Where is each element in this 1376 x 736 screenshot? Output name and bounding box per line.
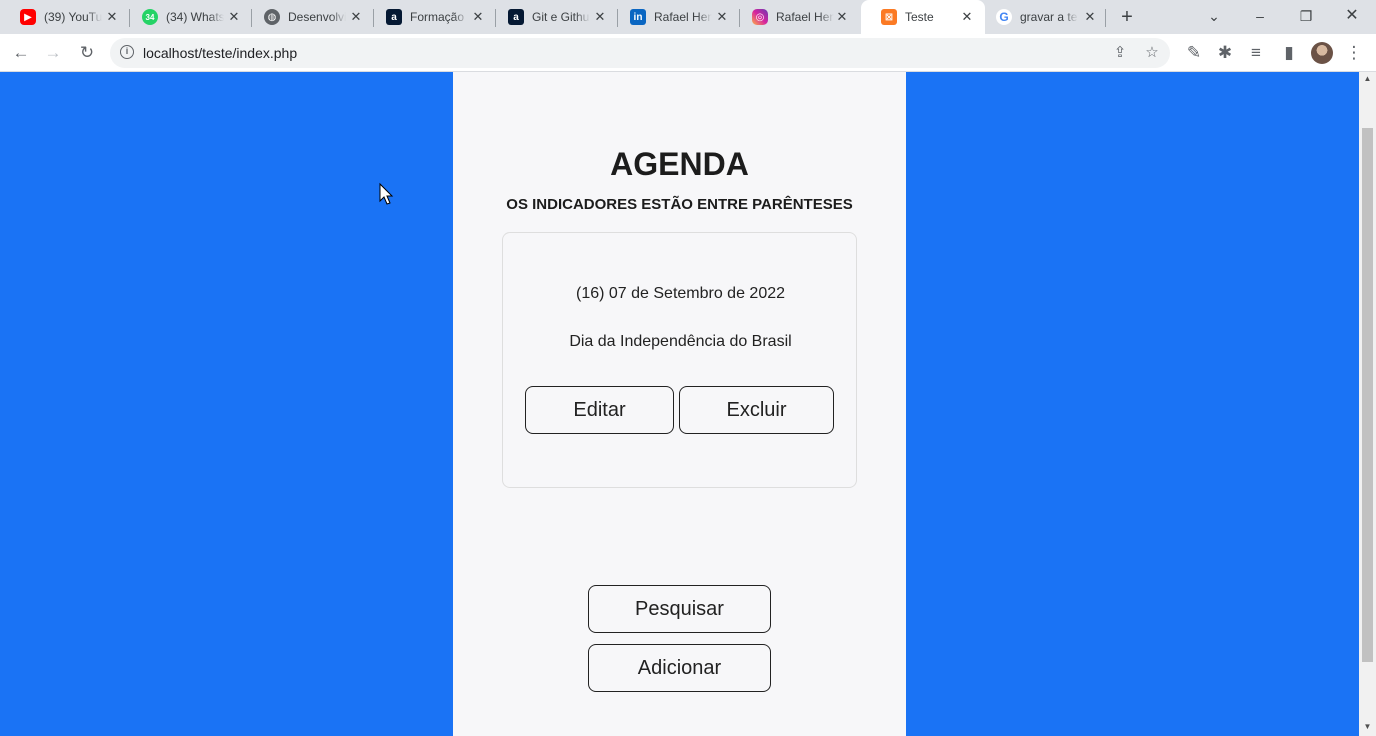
tab-search-icon[interactable]: ⌄ [1200, 4, 1228, 28]
menu-kebab-icon[interactable]: ⋮ [1343, 42, 1365, 64]
tab-teste[interactable]: ⊠ Teste ✕ [861, 0, 985, 34]
close-icon[interactable]: ✕ [470, 9, 486, 25]
close-icon[interactable]: ✕ [592, 9, 608, 25]
whatsapp-icon: 34 [142, 9, 158, 25]
close-icon[interactable]: ✕ [834, 9, 850, 25]
linkedin-icon: in [630, 9, 646, 25]
tab-separator [1105, 9, 1106, 27]
delete-button[interactable]: Excluir [679, 386, 834, 434]
eyedropper-icon[interactable]: ✎ [1183, 42, 1205, 64]
browser-toolbar: ← → ↻ i localhost/teste/index.php ⇪ ☆ ✎ … [0, 34, 1376, 72]
agenda-card: AGENDA OS INDICADORES ESTÃO ENTRE PARÊNT… [453, 72, 906, 736]
reload-icon[interactable]: ↻ [76, 42, 98, 64]
vertical-scrollbar[interactable]: ▲ ▼ [1359, 72, 1376, 736]
entry-description: Dia da Independência do Brasil [569, 333, 792, 350]
add-button[interactable]: Adicionar [588, 644, 771, 692]
page-title: AGENDA [610, 146, 749, 182]
tab-title: Git e Github [532, 10, 590, 24]
tab-formacao[interactable]: a Formação ✕ [366, 0, 496, 34]
address-bar[interactable]: i localhost/teste/index.php ⇪ ☆ [110, 38, 1170, 68]
close-icon[interactable]: ✕ [226, 9, 242, 25]
tab-title: (39) YouTube [44, 10, 102, 24]
restore-icon[interactable]: ❐ [1292, 4, 1320, 28]
tab-title: Rafael Henrique [654, 10, 712, 24]
search-button[interactable]: Pesquisar [588, 585, 771, 633]
tab-linkedin[interactable]: in Rafael Henrique ✕ [610, 0, 740, 34]
tab-youtube[interactable]: ▶ (39) YouTube ✕ [0, 0, 130, 34]
tab-google[interactable]: G gravar a tela ✕ [986, 0, 1106, 34]
globe-icon: ◍ [264, 9, 280, 25]
media-control-icon[interactable]: ≡ [1245, 42, 1267, 64]
page-viewport: AGENDA OS INDICADORES ESTÃO ENTRE PARÊNT… [0, 72, 1359, 736]
scroll-down-icon[interactable]: ▼ [1363, 722, 1372, 731]
close-icon[interactable]: ✕ [714, 9, 730, 25]
tab-whatsapp[interactable]: 34 (34) WhatsApp ✕ [122, 0, 252, 34]
tab-title: Formação [410, 10, 465, 24]
extensions-icon[interactable]: ✱ [1214, 42, 1236, 64]
page-subtitle: OS INDICADORES ESTÃO ENTRE PARÊNTESES [506, 196, 853, 213]
tab-title: gravar a tela [1020, 10, 1078, 24]
bookmark-star-icon[interactable]: ☆ [1142, 43, 1162, 63]
close-icon[interactable]: ✕ [348, 9, 364, 25]
instagram-icon: ◎ [752, 9, 768, 25]
tab-title: (34) WhatsApp [166, 10, 224, 24]
google-icon: G [996, 9, 1012, 25]
scrollbar-thumb[interactable] [1362, 128, 1373, 662]
scroll-up-icon[interactable]: ▲ [1363, 74, 1372, 83]
new-tab-button[interactable]: + [1116, 6, 1138, 28]
mouse-cursor-icon [379, 182, 394, 205]
minimize-icon[interactable]: – [1246, 4, 1274, 28]
close-icon[interactable]: ✕ [959, 9, 975, 25]
tab-title: Rafael Henrique [776, 10, 834, 24]
tab-git-github[interactable]: a Git e Github ✕ [488, 0, 618, 34]
alura-icon: a [508, 9, 524, 25]
xampp-icon: ⊠ [881, 9, 897, 25]
profile-avatar[interactable] [1311, 42, 1333, 64]
window-close-icon[interactable]: ✕ [1338, 4, 1366, 28]
tab-title: Teste [905, 10, 934, 24]
side-panel-icon[interactable]: ▮ [1278, 42, 1300, 64]
alura-icon: a [386, 9, 402, 25]
youtube-icon: ▶ [20, 9, 36, 25]
forward-icon[interactable]: → [42, 42, 64, 64]
tab-instagram[interactable]: ◎ Rafael Henrique ✕ [732, 0, 860, 34]
tab-title: Desenvolvimento [288, 10, 346, 24]
back-icon[interactable]: ← [10, 42, 32, 64]
tab-desenvolvimento[interactable]: ◍ Desenvolvimento ✕ [244, 0, 374, 34]
agenda-entry: (16) 07 de Setembro de 2022 Dia da Indep… [502, 232, 857, 488]
close-icon[interactable]: ✕ [104, 9, 120, 25]
tab-strip: ▶ (39) YouTube ✕ 34 (34) WhatsApp ✕ ◍ De… [0, 0, 1376, 34]
site-info-icon[interactable]: i [120, 45, 134, 59]
address-url[interactable]: localhost/teste/index.php [143, 45, 297, 61]
entry-date: (16) 07 de Setembro de 2022 [575, 285, 786, 302]
share-icon[interactable]: ⇪ [1110, 43, 1130, 63]
edit-button[interactable]: Editar [525, 386, 674, 434]
close-icon[interactable]: ✕ [1082, 9, 1098, 25]
